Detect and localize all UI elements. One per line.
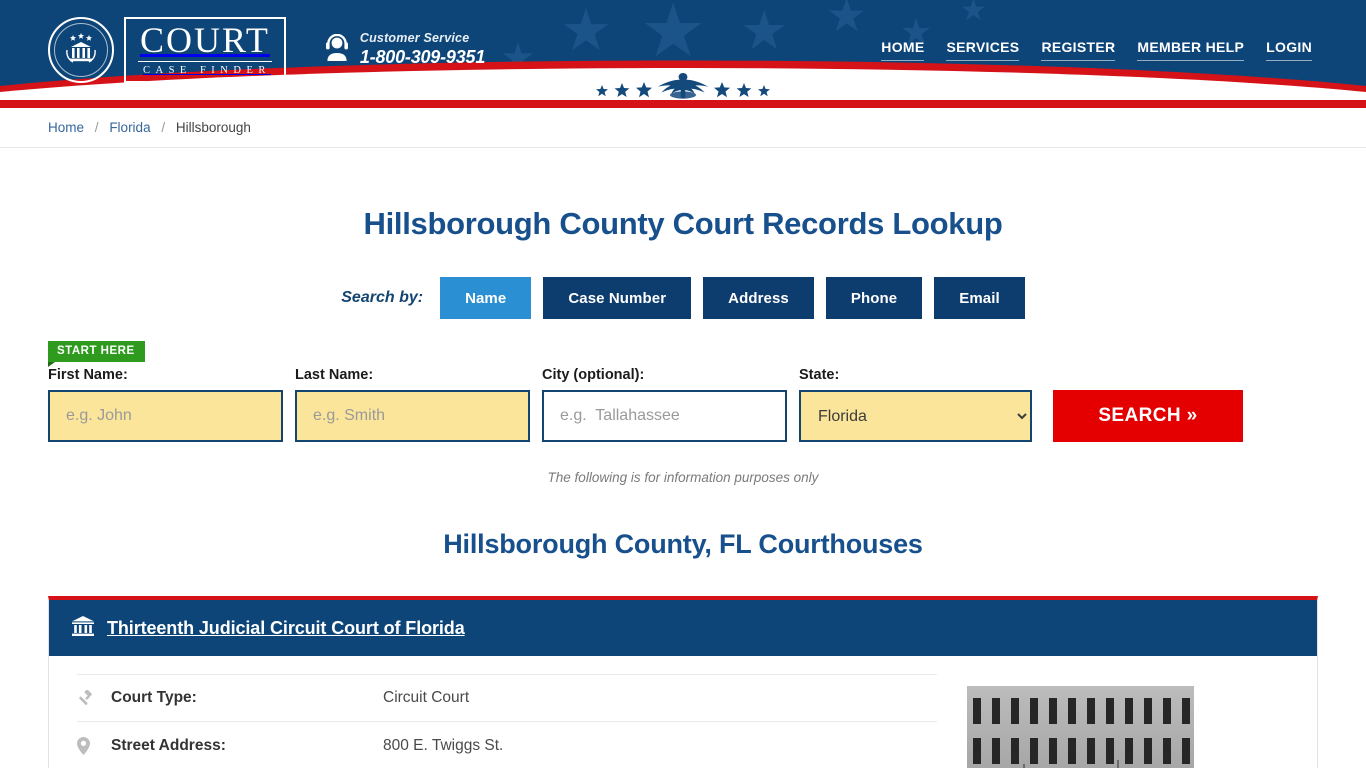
site-logo[interactable]: COURT CASE FINDER xyxy=(48,17,286,83)
breadcrumb-state[interactable]: Florida xyxy=(109,120,150,135)
city-input[interactable] xyxy=(542,390,787,442)
nav-register[interactable]: REGISTER xyxy=(1041,39,1116,61)
breadcrumb-current: Hillsborough xyxy=(175,120,251,135)
city-field-group: City (optional): xyxy=(542,367,787,442)
last-name-label: Last Name: xyxy=(295,367,374,383)
map-pin-icon xyxy=(77,736,111,755)
search-form-zone: START HERE First Name: Last Name: City (… xyxy=(48,341,1318,442)
main-navigation: HOME SERVICES REGISTER MEMBER HELP LOGIN xyxy=(881,39,1318,61)
breadcrumb-separator: / xyxy=(161,120,166,135)
red-accent-bar xyxy=(0,100,1366,108)
search-by-tabs: Search by: Name Case Number Address Phon… xyxy=(48,277,1318,319)
courthouse-card-body: Court Type: Circuit Court Street Address… xyxy=(49,656,1317,768)
page-title: Hillsborough County Court Records Lookup xyxy=(363,206,1003,241)
logo-subtitle: CASE FINDER xyxy=(142,65,271,77)
tab-name[interactable]: Name xyxy=(440,277,532,319)
courthouse-detail-list: Court Type: Circuit Court Street Address… xyxy=(77,674,937,768)
tab-address[interactable]: Address xyxy=(703,277,814,319)
detail-value: Circuit Court xyxy=(383,689,470,706)
tab-phone[interactable]: Phone xyxy=(825,277,923,319)
state-select[interactable]: Florida xyxy=(799,390,1032,442)
courthouse-bank-icon xyxy=(71,615,95,642)
detail-label: Court Type: xyxy=(111,689,197,706)
customer-service-phone: 1-800-309-9351 xyxy=(359,47,486,68)
gavel-icon xyxy=(77,689,111,707)
courthouse-title-link[interactable]: Thirteenth Judicial Circuit Court of Flo… xyxy=(107,618,465,639)
state-field-group: State: Florida xyxy=(799,367,1032,442)
table-row: Court Type: Circuit Court xyxy=(77,674,937,722)
nav-home[interactable]: HOME xyxy=(881,39,925,61)
nav-services[interactable]: SERVICES xyxy=(946,39,1020,61)
site-header: ★ ★ ★ ★ ★ ★ ★ COURT CASE FINDER Customer… xyxy=(0,0,1366,100)
first-name-label: First Name: xyxy=(48,367,128,383)
courthouse-card: Thirteenth Judicial Circuit Court of Flo… xyxy=(48,596,1318,768)
section-title: Hillsborough County, FL Courthouses xyxy=(443,529,923,559)
court-records-search-form: First Name: Last Name: City (optional): … xyxy=(48,341,1318,442)
city-label: City (optional): xyxy=(542,367,645,383)
headset-support-icon xyxy=(324,33,350,67)
table-row: Street Address: 800 E. Twiggs St. xyxy=(77,722,937,768)
tab-email[interactable]: Email xyxy=(934,277,1025,319)
last-name-field-group: Last Name: xyxy=(295,367,530,442)
nav-member-help[interactable]: MEMBER HELP xyxy=(1137,39,1245,61)
last-name-input[interactable] xyxy=(295,390,530,442)
breadcrumb-separator: / xyxy=(94,120,99,135)
first-name-field-group: First Name: xyxy=(48,367,283,442)
tab-case-number[interactable]: Case Number xyxy=(543,277,692,319)
customer-service-label: Customer Service xyxy=(359,31,470,46)
courthouse-photo: THIRTEENTH JUDICIAL CIRCUIT COURT OF FLO… xyxy=(967,686,1194,768)
eagle-emblem-icon xyxy=(588,71,778,99)
search-button[interactable]: SEARCH » xyxy=(1053,390,1243,442)
nav-login[interactable]: LOGIN xyxy=(1266,39,1312,61)
customer-service-block: Customer Service 1-800-309-9351 xyxy=(324,31,485,68)
main-content: Hillsborough County Court Records Lookup… xyxy=(48,206,1318,768)
detail-value: 800 E. Twiggs St. xyxy=(383,736,504,754)
state-label: State: xyxy=(799,367,840,383)
breadcrumb-home[interactable]: Home xyxy=(48,120,84,135)
court-seal-icon xyxy=(48,17,114,83)
courthouse-card-header: Thirteenth Judicial Circuit Court of Flo… xyxy=(49,600,1317,656)
detail-label: Street Address: xyxy=(111,736,226,754)
first-name-input[interactable] xyxy=(48,390,283,442)
logo-title: COURT xyxy=(138,20,272,63)
breadcrumb: Home / Florida / Hillsborough xyxy=(48,120,1318,135)
start-here-badge: START HERE xyxy=(48,341,145,368)
breadcrumb-bar: Home / Florida / Hillsborough xyxy=(0,108,1366,148)
search-by-label: Search by: xyxy=(341,289,424,306)
disclaimer-text: The following is for information purpose… xyxy=(547,470,819,485)
